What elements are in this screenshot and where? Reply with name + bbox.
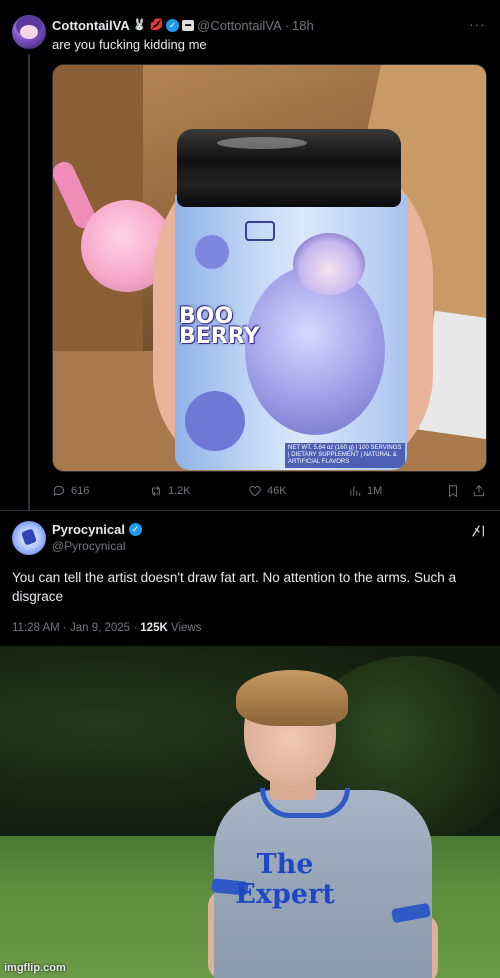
character-head xyxy=(293,233,365,295)
more-options-icon[interactable]: ··· xyxy=(469,16,486,32)
tweet-header: Pyrocynical ✓ xyxy=(52,522,142,537)
verified-badge-icon: ✓ xyxy=(129,523,142,536)
repost-count: 1.2K xyxy=(168,485,191,497)
verified-badge-icon: ✓ xyxy=(166,18,180,32)
views-count: 125K xyxy=(140,622,168,634)
ghost-mascot xyxy=(185,391,245,451)
share-button[interactable] xyxy=(472,484,486,498)
like-count: 46K xyxy=(267,485,287,497)
avatar[interactable] xyxy=(12,521,46,555)
bookmark-button[interactable] xyxy=(446,484,460,498)
reply-count: 616 xyxy=(71,485,90,497)
thread-line xyxy=(28,54,30,510)
views-label: Views xyxy=(167,622,202,634)
shirt-print: The Expert xyxy=(230,850,340,910)
tweet-meta: 11:28 AM · Jan 9, 2025 · 125K Views xyxy=(12,622,201,634)
reply-button[interactable]: 616 xyxy=(52,484,89,498)
quoted-tweet[interactable]: CottontailVA 🐰 💋 ✓ ▬ @CottontailVA · 18h… xyxy=(0,0,500,510)
timestamp[interactable]: 18h xyxy=(292,18,314,33)
separator: · xyxy=(284,17,289,33)
affiliate-badge-icon[interactable]: ▬ xyxy=(182,19,195,31)
hair xyxy=(236,670,348,726)
repost-button[interactable]: 1.2K xyxy=(149,484,191,498)
tweet-text: You can tell the artist doesn't draw fat… xyxy=(12,570,457,604)
shirt-line-1: The xyxy=(256,849,314,880)
handle[interactable]: @Pyrocynical xyxy=(52,539,126,553)
tweet-actions: 616 1.2K 46K 1M xyxy=(52,482,487,500)
brand-logo-icon xyxy=(245,221,275,241)
shirt-line-2: Expert xyxy=(235,879,335,910)
tweet-header: CottontailVA 🐰 💋 ✓ ▬ @CottontailVA · 18h xyxy=(52,16,314,34)
like-button[interactable]: 46K xyxy=(248,484,287,498)
reply-tweet[interactable]: Pyrocynical ✓ @Pyrocynical You can tell … xyxy=(0,510,500,646)
display-name[interactable]: CottontailVA xyxy=(52,18,130,33)
reply-icon xyxy=(53,485,65,496)
jar-brand: BOO BERRY xyxy=(179,304,260,349)
imgflip-watermark: imgflip.com xyxy=(4,962,66,974)
timestamp[interactable]: 11:28 AM · Jan 9, 2025 · xyxy=(12,622,140,634)
views-button[interactable]: 1M xyxy=(348,484,382,498)
kiss-emoji: 💋 xyxy=(149,18,164,31)
avatar[interactable] xyxy=(12,15,46,49)
tweet-photo[interactable]: BOO BERRY NET WT. 5.64 oz (160 g) | 100 … xyxy=(52,64,487,472)
analytics-icon xyxy=(350,486,361,496)
display-name[interactable]: Pyrocynical xyxy=(52,522,125,537)
bookmark-icon xyxy=(449,485,457,498)
jar-label: NET WT. 5.64 oz (160 g) | 100 SERVINGS |… xyxy=(285,443,405,468)
jar-lid xyxy=(177,129,401,207)
tweet-text: are you fucking kidding me xyxy=(52,37,207,52)
ghost-mascot xyxy=(195,235,229,269)
handle[interactable]: @CottontailVA xyxy=(197,18,282,33)
grok-icon[interactable] xyxy=(470,523,486,539)
supplement-jar: BOO BERRY NET WT. 5.64 oz (160 g) | 100 … xyxy=(175,195,407,470)
repost-icon xyxy=(152,486,160,496)
heart-icon xyxy=(249,486,261,497)
rabbit-emoji: 🐰 xyxy=(132,18,147,31)
views-count: 1M xyxy=(367,485,383,497)
share-icon xyxy=(473,485,485,497)
